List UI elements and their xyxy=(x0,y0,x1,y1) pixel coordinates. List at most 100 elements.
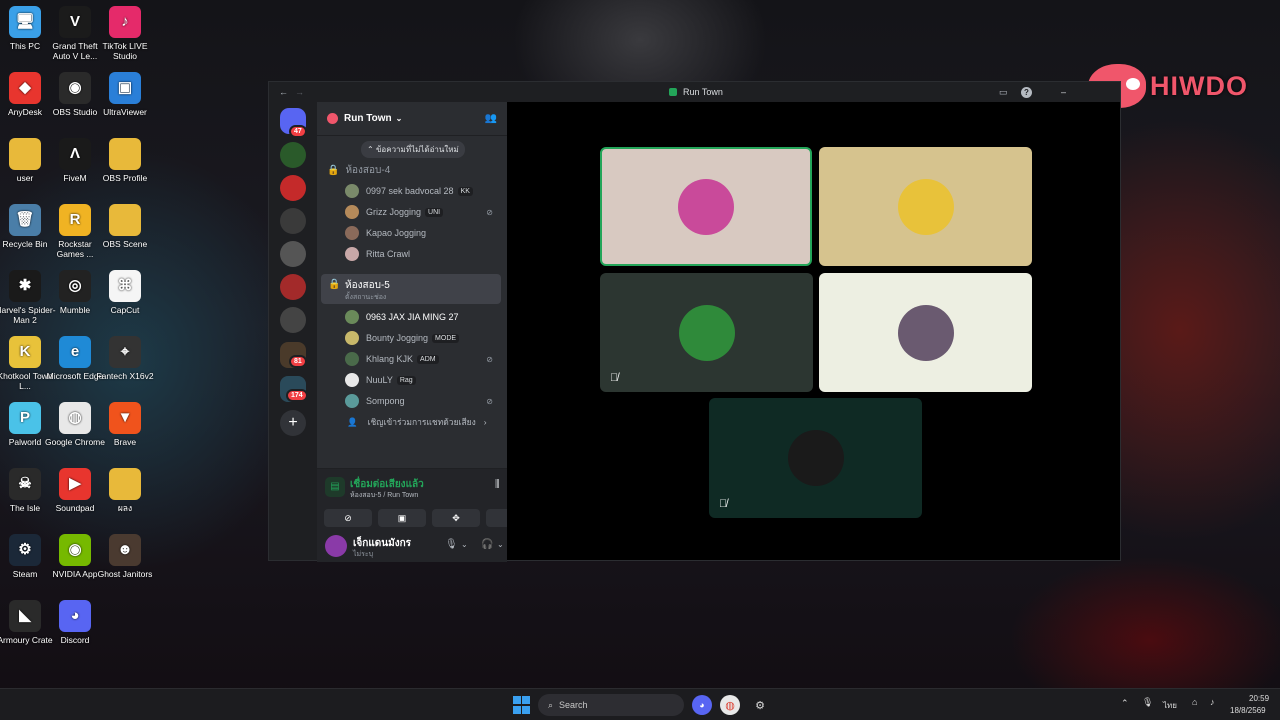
desktop-icon[interactable]: OBS Scene xyxy=(94,204,156,249)
user-avatar[interactable] xyxy=(325,535,347,557)
watermark-text: HIWDO xyxy=(1150,70,1248,101)
voice-member[interactable]: Bounty Jogging MODE xyxy=(345,328,501,348)
app-icon: ◉ xyxy=(59,534,91,566)
voice-member[interactable]: 0963 JAX JIA MING 27 xyxy=(345,307,501,327)
server-icon-6[interactable] xyxy=(280,307,306,333)
folder-badge-81: 81 xyxy=(289,355,307,368)
voice-channel-room5[interactable]: 🔒 ห้องสอบ-5 ตั้งสถานะช่อง xyxy=(321,274,501,304)
chevron-up-icon[interactable]: ⌃ xyxy=(1121,698,1129,709)
voice-member[interactable]: Khlang KJK ADM ⊘ xyxy=(345,349,501,369)
desktop-icon[interactable]: ♪ TikTok LIVE Studio xyxy=(94,6,156,61)
voice-member[interactable]: NuuLY Rag xyxy=(345,370,501,390)
member-avatar xyxy=(345,247,359,261)
server-list: 47 81 174 + xyxy=(269,102,317,560)
voice-member[interactable]: Kapao Jogging xyxy=(345,223,501,243)
voice-member[interactable]: Grizz Jogging UNI ⊘ xyxy=(345,202,501,222)
volume-icon[interactable]: ♪ xyxy=(1210,697,1215,707)
desktop-icon[interactable]: ☻ Ghost Janitors xyxy=(94,534,156,579)
language-indicator[interactable]: ไทย xyxy=(1163,699,1177,712)
minimize-button[interactable]: – xyxy=(1061,87,1066,97)
app-icon: P xyxy=(9,402,41,434)
help-icon[interactable]: ? xyxy=(1021,86,1032,98)
desktop-icon[interactable]: OBS Profile xyxy=(94,138,156,183)
voice-member[interactable]: Sompong ⊘ xyxy=(345,391,501,411)
add-server-button[interactable]: + xyxy=(280,410,306,436)
unread-tooltip[interactable]: ⌃ ข้อความที่ไม่ได้อ่านใหม่ xyxy=(361,141,465,158)
desktop-icon[interactable]: ▣ UltraViewer xyxy=(94,72,156,117)
desktop-icon-label: Fantech X16v2 xyxy=(96,371,154,381)
desktop-icon[interactable]: ผลง xyxy=(94,468,156,513)
video-tile[interactable] xyxy=(819,273,1032,392)
member-name: Bounty Jogging xyxy=(366,333,429,343)
activities-icon: ✥ xyxy=(452,513,460,523)
desktop-icon-label: UltraViewer xyxy=(103,107,147,117)
muted-mic-icon: 🎙̸ xyxy=(719,498,728,510)
app-icon: ✱ xyxy=(9,270,41,302)
voice-member[interactable]: Ritta Crawl xyxy=(345,244,501,264)
app-icon: K xyxy=(9,336,41,368)
server-header[interactable]: Run Town ⌄ 👥 xyxy=(317,102,507,136)
server-icon-yla-town[interactable] xyxy=(280,142,306,168)
microphone-tray-icon[interactable]: 🎙 xyxy=(1142,697,1153,708)
back-arrow-icon[interactable]: ← xyxy=(279,87,288,97)
member-name: 0997 sek badvocal 28 xyxy=(366,186,454,196)
server-icon-3[interactable] xyxy=(280,208,306,234)
video-tile[interactable] xyxy=(600,147,812,266)
screen-share-button[interactable]: ▣ xyxy=(378,509,426,527)
member-avatar xyxy=(345,184,359,198)
signal-icon: ▤ xyxy=(325,477,345,497)
app-icon: ▼ xyxy=(109,402,141,434)
windows-start-icon[interactable] xyxy=(511,695,531,715)
desktop-icon-label: OBS Profile xyxy=(102,173,148,183)
noise-suppression-icon[interactable]: ⫼ xyxy=(495,479,500,490)
invite-people-icon[interactable]: 👥 xyxy=(485,113,497,124)
app-icon: 🖥 xyxy=(9,6,41,38)
headphones-icon[interactable]: 🎧 xyxy=(481,539,493,550)
inbox-icon[interactable]: ▭ xyxy=(999,87,1008,98)
app-icon: ⌖ xyxy=(109,336,141,368)
app-icon: ⚙ xyxy=(9,534,41,566)
voice-channel-room4[interactable]: 🔒 ห้องสอบ-4 xyxy=(327,160,501,180)
video-tile[interactable]: 🎙̸ xyxy=(600,273,813,392)
desktop-icon[interactable]: ⌘ CapCut xyxy=(94,270,156,315)
screen-share-icon: ▣ xyxy=(397,513,407,523)
forward-arrow-icon[interactable]: → xyxy=(295,87,304,97)
microphone-icon[interactable]: 🎙 xyxy=(445,539,458,550)
server-icon-5[interactable] xyxy=(280,274,306,300)
member-avatar xyxy=(345,331,359,345)
desktop-icon[interactable]: ▼ Brave xyxy=(94,402,156,447)
channel-sidebar: Run Town ⌄ 👥 ⌃ ข้อความที่ไม่ได้อ่านใหม่ … xyxy=(317,102,534,562)
settings-taskbar-icon[interactable]: ⚙ xyxy=(750,695,770,715)
app-icon: ◍ xyxy=(59,402,91,434)
headphone-options-chevron-icon[interactable]: ⌄ xyxy=(497,540,504,549)
desktop-icon[interactable]: ⌖ Fantech X16v2 xyxy=(94,336,156,381)
clock-time[interactable]: 20:59 xyxy=(1249,694,1269,703)
network-icon[interactable]: ⌂ xyxy=(1192,697,1197,707)
discord-window: ← → Run Town ▭ ? – 47 81 174 + Run Town … xyxy=(268,81,1121,562)
video-tile[interactable]: 🎙̸ xyxy=(709,398,922,518)
camera-button[interactable]: ⊘ xyxy=(324,509,372,527)
server-icon-4[interactable] xyxy=(280,241,306,267)
voice-member[interactable]: 0997 sek badvocal 28 KK xyxy=(345,181,501,201)
participant-avatar xyxy=(897,304,954,361)
room5-name: ห้องสอบ-5 xyxy=(345,280,390,291)
taskbar-search[interactable]: ⌕ Search xyxy=(538,694,684,716)
member-avatar xyxy=(345,373,359,387)
desktop-icon-label: Brave xyxy=(113,437,137,447)
activities-button[interactable]: ✥ xyxy=(432,509,480,527)
chrome-taskbar-icon[interactable]: ◍ xyxy=(720,695,740,715)
app-icon: ▶ xyxy=(59,468,91,500)
invite-voice-link[interactable]: 👤 เชิญเข้าร่วมการแชทด้วยเสียง › xyxy=(347,412,501,432)
discord-taskbar-icon[interactable]: ◕ xyxy=(692,695,712,715)
clock-date[interactable]: 18/8/2569 xyxy=(1230,706,1266,715)
server-badge-icon xyxy=(327,113,338,124)
title-bar: ← → Run Town ▭ ? – xyxy=(269,82,1120,102)
desktop-icon[interactable]: ◕ Discord xyxy=(44,600,106,645)
muted-mic-icon: 🎙̸ xyxy=(610,372,619,384)
mic-options-chevron-icon[interactable]: ⌄ xyxy=(461,540,468,549)
app-icon: ☻ xyxy=(109,534,141,566)
app-icon: ◎ xyxy=(59,270,91,302)
member-name: 0963 JAX JIA MING 27 xyxy=(366,312,459,322)
server-icon-2[interactable] xyxy=(280,175,306,201)
video-tile[interactable] xyxy=(819,147,1032,266)
